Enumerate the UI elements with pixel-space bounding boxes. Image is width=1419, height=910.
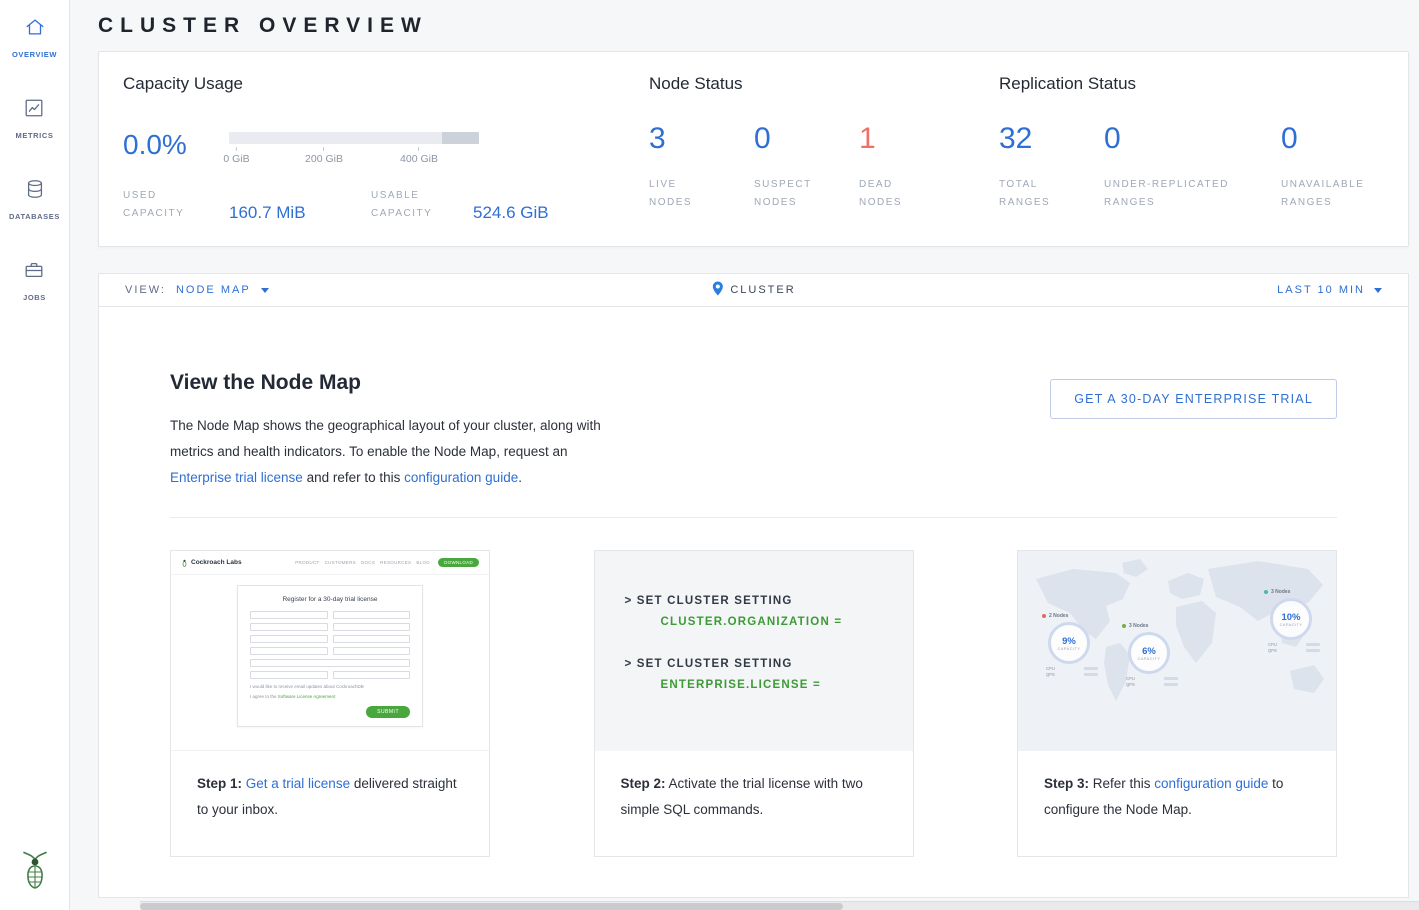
- time-range-dropdown[interactable]: LAST 10 MIN: [1277, 284, 1382, 296]
- usable-capacity-label: USABLE CAPACITY: [371, 187, 473, 223]
- page-title: CLUSTER OVERVIEW: [98, 14, 1419, 38]
- capacity-donut: 6% CAPACITY: [1128, 632, 1170, 674]
- main-content: CLUSTER OVERVIEW Capacity Usage 0.0% 0 G…: [70, 0, 1419, 910]
- node-status-section: Node Status 3 LIVENODES 0 SUSPECTNODES 1…: [649, 74, 999, 224]
- dead-nodes-value: 1: [859, 124, 964, 154]
- trial-signup-screenshot: Cockroach Labs PRODUCT CUSTOMERS DOCS RE…: [171, 551, 489, 751]
- sidebar-item-metrics[interactable]: METRICS: [16, 97, 54, 140]
- cluster-scope-selector[interactable]: CLUSTER: [711, 281, 795, 299]
- locality-dot: [1264, 590, 1268, 594]
- capacity-axis-tick: 400 GiB: [400, 147, 438, 165]
- thumb-brand: Cockroach Labs: [191, 559, 242, 566]
- capacity-used-percent: 0.0%: [123, 124, 229, 173]
- database-icon: [24, 178, 46, 205]
- thumb-download-button: DOWNLOAD: [438, 558, 479, 567]
- capacity-bar-reserved-segment: [442, 132, 480, 144]
- total-ranges-value: 32: [999, 124, 1104, 154]
- node-map-panel: View the Node Map GET A 30-DAY ENTERPRIS…: [98, 307, 1409, 898]
- step1-card: Cockroach Labs PRODUCT CUSTOMERS DOCS RE…: [170, 550, 490, 857]
- capacity-donut: 9% CAPACITY: [1048, 622, 1090, 664]
- locality-badge: 3 Nodes 10% CAPACITY CPU QPS: [1264, 589, 1330, 653]
- sql-code-snippet: > SET CLUSTER SETTING CLUSTER.ORGANIZATI…: [595, 551, 913, 751]
- capacity-axis-tick: 0 GiB: [223, 147, 249, 165]
- chevron-down-icon: [1374, 288, 1382, 293]
- locality-badge: 3 Nodes 6% CAPACITY CPU QPS: [1122, 623, 1188, 687]
- time-range-value: LAST 10 MIN: [1277, 284, 1365, 296]
- live-nodes-value: 3: [649, 124, 754, 154]
- configuration-guide-link[interactable]: configuration guide: [404, 470, 518, 485]
- chevron-down-icon: [261, 288, 269, 293]
- step2-caption: Step 2: Activate the trial license with …: [595, 751, 913, 823]
- step2-card: > SET CLUSTER SETTING CLUSTER.ORGANIZATI…: [594, 550, 914, 857]
- view-label: VIEW:: [125, 284, 166, 296]
- view-selector-dropdown[interactable]: VIEW: NODE MAP: [125, 284, 269, 296]
- under-replicated-ranges-value: 0: [1104, 124, 1281, 154]
- capacity-bar: 0 GiB 200 GiB 400 GiB: [229, 124, 479, 173]
- thumb-nav: PRODUCT CUSTOMERS DOCS RESOURCES BLOG: [295, 560, 430, 565]
- briefcase-icon: [23, 259, 45, 286]
- cluster-summary-card: Capacity Usage 0.0% 0 GiB 200 GiB 400 Gi…: [98, 51, 1409, 247]
- unavailable-ranges-stat: 0 UNAVAILABLERANGES: [1281, 124, 1364, 212]
- dead-nodes-stat: 1 DEADNODES: [859, 124, 964, 212]
- capacity-usage-title: Capacity Usage: [123, 74, 649, 94]
- get-trial-license-link[interactable]: Get a trial license: [246, 776, 350, 791]
- cluster-scope-label: CLUSTER: [730, 284, 795, 296]
- under-replicated-ranges-stat: 0 UNDER-REPLICATEDRANGES: [1104, 124, 1281, 212]
- sidebar-item-label: JOBS: [23, 293, 46, 302]
- sidebar-item-label: DATABASES: [9, 212, 60, 221]
- locality-dot: [1122, 624, 1126, 628]
- live-nodes-stat: 3 LIVENODES: [649, 124, 754, 212]
- enterprise-trial-license-link[interactable]: Enterprise trial license: [170, 470, 303, 485]
- capacity-axis-tick: 200 GiB: [305, 147, 343, 165]
- scrollbar-thumb[interactable]: [140, 903, 843, 910]
- home-icon: [24, 16, 46, 43]
- replication-status-section: Replication Status 32 TOTALRANGES 0 UNDE…: [999, 74, 1384, 224]
- horizontal-scrollbar[interactable]: [140, 901, 1419, 910]
- total-ranges-stat: 32 TOTALRANGES: [999, 124, 1104, 212]
- sidebar: OVERVIEW METRICS DATABASES JOBS: [0, 0, 70, 910]
- node-map-description: The Node Map shows the geographical layo…: [170, 413, 1337, 491]
- sidebar-item-label: OVERVIEW: [12, 50, 57, 59]
- replication-status-title: Replication Status: [999, 74, 1384, 94]
- node-status-title: Node Status: [649, 74, 999, 94]
- locality-dot: [1042, 614, 1046, 618]
- configuration-guide-link-step3[interactable]: configuration guide: [1154, 776, 1268, 791]
- sidebar-item-label: METRICS: [16, 131, 54, 140]
- sidebar-item-jobs[interactable]: JOBS: [23, 259, 46, 302]
- trial-registration-form: Register for a 30-day trial license: [237, 585, 423, 727]
- step3-card: 2 Nodes 9% CAPACITY CPU QPS: [1017, 550, 1337, 857]
- used-capacity-value: 160.7 MiB: [229, 203, 371, 223]
- sidebar-item-overview[interactable]: OVERVIEW: [12, 16, 57, 59]
- capacity-donut: 10% CAPACITY: [1270, 598, 1312, 640]
- metrics-chart-icon: [23, 97, 45, 124]
- section-divider: [170, 517, 1337, 518]
- cockroachdb-logo: [20, 849, 50, 896]
- node-map-preview: 2 Nodes 9% CAPACITY CPU QPS: [1018, 551, 1336, 751]
- thumb-submit-button: SUBMIT: [366, 706, 410, 718]
- suspect-nodes-value: 0: [754, 124, 859, 154]
- step1-caption: Step 1: Get a trial license delivered st…: [171, 751, 489, 823]
- sidebar-item-databases[interactable]: DATABASES: [9, 178, 60, 221]
- suspect-nodes-stat: 0 SUSPECTNODES: [754, 124, 859, 212]
- used-capacity-label: USED CAPACITY: [123, 187, 229, 223]
- map-pin-icon: [711, 281, 723, 299]
- view-toolbar: VIEW: NODE MAP CLUSTER LAST 10 MIN: [98, 273, 1409, 307]
- view-value: NODE MAP: [176, 284, 251, 296]
- cockroach-bug-icon: [181, 554, 188, 572]
- step3-caption: Step 3: Refer this configuration guide t…: [1018, 751, 1336, 823]
- usable-capacity-value: 524.6 GiB: [473, 203, 549, 223]
- capacity-usage-section: Capacity Usage 0.0% 0 GiB 200 GiB 400 Gi…: [123, 74, 649, 224]
- unavailable-ranges-value: 0: [1281, 124, 1364, 154]
- enterprise-trial-button[interactable]: GET A 30-DAY ENTERPRISE TRIAL: [1050, 379, 1337, 419]
- locality-badge: 2 Nodes 9% CAPACITY CPU QPS: [1042, 613, 1108, 677]
